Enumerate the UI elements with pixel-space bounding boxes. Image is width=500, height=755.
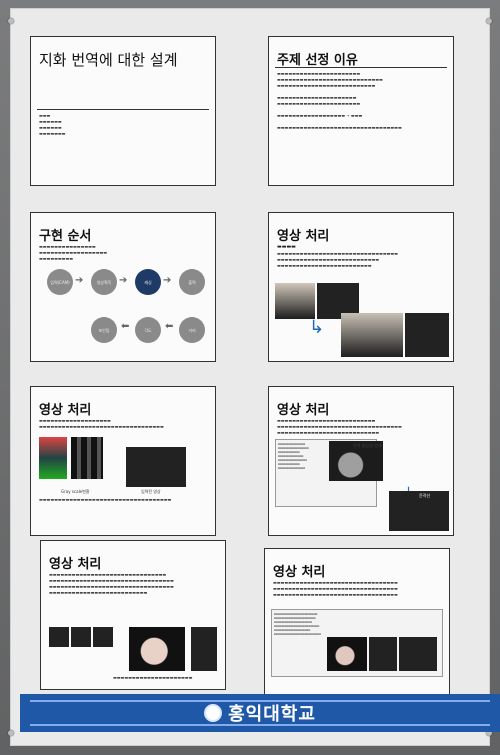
slide-title-text: 지화 번역에 대한 설계 (39, 51, 178, 69)
frame-image (399, 637, 437, 671)
threshold-image (126, 447, 186, 487)
pin (486, 18, 492, 24)
pin (8, 18, 14, 24)
banner-line (30, 700, 490, 702)
poster-board: 지화 번역에 대한 설계 ▬▬▬ ▬▬▬▬▬▬ ▬▬▬▬▬▬ ▬▬▬▬▬▬▬ 주제 선… (8, 8, 500, 746)
slide-title-text: 영상 처리 (277, 229, 330, 244)
slide-image-processing-2: 영상 처리 ▬▬▬▬▬▬▬▬▬▬▬▬▬▬▬▬▬▬▬ ▬▬▬▬▬▬▬▬▬▬▬▬▬▬▬… (30, 386, 216, 536)
arrow-down-right-icon: ↳ (309, 317, 325, 338)
step-circle: 영상획득 (91, 269, 117, 295)
code-lines: ▬▬▬▬▬▬▬▬▬▬▬▬▬▬▬▬▬▬▬▬▬▬▬▬▬▬▬▬▬▬▬▬▬▬▬▬▬▬▬▬… (274, 612, 321, 636)
slide-footer-text: ▬▬▬▬▬▬▬▬▬▬▬▬▬▬▬▬▬▬▬▬▬▬▬▬▬▬▬▬▬▬▬▬▬▬▬ (39, 497, 172, 502)
slide-title-text: 영상 처리 (273, 565, 326, 580)
slide-image-processing-3: 영상 처리 ▬▬▬▬▬▬▬▬▬▬▬▬▬▬▬▬▬▬▬▬▬▬▬▬▬▬ ▬▬▬▬▬▬▬▬… (268, 386, 454, 536)
banner-line (30, 724, 490, 726)
hand-crop-image (327, 637, 367, 671)
slide-image-processing-4: 영상 처리 ▬▬▬▬▬▬▬▬▬▬▬▬▬▬▬▬▬▬▬▬▬▬▬▬▬▬▬▬▬▬▬ ▬▬▬… (40, 540, 226, 690)
arrow-left-icon: ⬅ (121, 321, 130, 332)
divider (275, 67, 447, 68)
caption-grayscale: Gray scale변환 (61, 489, 90, 494)
slide-image-processing-1: 영상 처리 ▬▬▬▬ ▬▬▬▬▬▬▬▬▬▬▬▬▬▬▬▬▬▬▬▬▬▬▬▬▬▬▬▬▬… (268, 212, 454, 362)
slide-body-text: ▬▬▬▬▬▬▬▬▬▬▬▬▬▬▬▬▬▬▬▬▬▬▬▬▬▬▬▬▬▬▬▬▬▬▬▬▬▬▬▬… (39, 244, 108, 261)
author-info: ▬▬▬ ▬▬▬▬▬▬ ▬▬▬▬▬▬ ▬▬▬▬▬▬▬ (39, 113, 66, 136)
slide-footer-text: ▬▬▬▬▬▬▬▬▬▬▬▬▬▬▬▬▬▬▬▬▬ (113, 675, 193, 680)
step-circle: 출력 (179, 269, 205, 295)
step-circle: 입력(CAM) (47, 269, 73, 295)
slide-title-text: 영상 처리 (39, 403, 92, 418)
slide-body-text: ▬▬▬▬▬▬▬▬▬▬▬▬▬▬▬▬▬▬▬▬▬▬▬▬▬▬▬▬▬▬▬▬▬▬▬▬▬▬▬▬… (277, 71, 402, 130)
slide-body-text: ▬▬▬▬▬▬▬▬▬▬▬▬▬▬▬▬▬▬▬▬▬▬▬▬▬▬▬▬▬▬▬▬▬▬▬▬▬▬▬▬… (49, 572, 174, 595)
code-lines: ▬▬▬▬▬▬▬▬▬▬▬▬▬▬▬▬▬▬▬▬▬▬▬▬▬▬▬▬▬▬▬▬▬▬▬▬▬▬▬▬… (278, 442, 309, 470)
slide-title-text: 구현 순서 (39, 229, 92, 244)
step-circle: 포인팅 (91, 317, 117, 343)
slide-topic-reason: 주제 선정 이유 ▬▬▬▬▬▬▬▬▬▬▬▬▬▬▬▬▬▬▬▬▬▬ ▬▬▬▬▬▬▬▬▬… (268, 36, 454, 186)
frame-image (71, 627, 91, 647)
pin (8, 730, 14, 736)
arrow-right-icon: ➔ (163, 275, 172, 286)
university-logo-icon (204, 704, 223, 722)
step-circle: 캐싱 (135, 269, 161, 295)
step-circle: 각도 (135, 317, 161, 343)
color-image (39, 437, 67, 479)
caption-centroid: 무게 중심점 검색 (353, 443, 382, 448)
slide-implementation-order: 구현 순서 ▬▬▬▬▬▬▬▬▬▬▬▬▬▬▬ ▬▬▬▬▬▬▬▬▬▬▬▬▬▬▬▬▬▬ ▬… (30, 212, 216, 362)
grayscale-grid-image (71, 437, 103, 479)
slide-body-text: ▬▬▬▬▬▬▬▬▬▬▬▬▬▬▬▬▬▬▬▬▬▬▬▬▬▬▬▬▬▬▬▬▬▬▬▬▬▬▬▬… (277, 418, 402, 435)
slide-title-text: 영상 처리 (277, 403, 330, 418)
frame-image (369, 637, 397, 671)
hand-outline-image (129, 627, 185, 671)
arrow-right-icon: ➔ (119, 275, 128, 286)
slide-title-text: 영상 처리 (49, 557, 102, 572)
university-banner: 홍익대학교 (20, 694, 500, 732)
university-name: 홍익대학교 (228, 704, 316, 725)
divider (37, 109, 209, 110)
hand-silhouette-photo (405, 313, 449, 357)
hand-photo (341, 313, 403, 357)
caption-input: 입력된 영상 (141, 489, 161, 494)
slide-body-text: ▬▬▬▬▬▬▬▬▬▬▬▬▬▬▬▬▬▬▬▬▬▬▬▬▬▬▬▬▬▬▬▬▬▬▬▬▬▬▬▬… (39, 418, 164, 429)
subheading: ▬▬▬▬ (277, 244, 296, 250)
slide-body-text: ▬▬▬▬▬▬▬▬▬▬▬▬▬▬▬▬▬▬▬▬▬▬▬▬▬▬▬▬▬▬▬▬▬▬▬▬▬▬▬▬… (277, 251, 398, 268)
arrow-right-icon: ➔ (75, 275, 84, 286)
side-image (191, 627, 217, 671)
slide-title: 지화 번역에 대한 설계 ▬▬▬ ▬▬▬▬▬▬ ▬▬▬▬▬▬ ▬▬▬▬▬▬▬ (30, 36, 216, 186)
step-circle: 거리 (179, 317, 205, 343)
arrow-left-icon: ⬅ (165, 321, 174, 332)
slide-title-text: 주제 선정 이유 (277, 53, 358, 68)
frame-image (49, 627, 69, 647)
slide-image-processing-5: 영상 처리 ▬▬▬▬▬▬▬▬▬▬▬▬▬▬▬▬▬▬▬▬▬▬▬▬▬▬▬▬▬▬▬▬▬ ▬… (264, 548, 450, 696)
frame-image (93, 627, 113, 647)
camera-photo (275, 283, 315, 319)
slide-body-text: ▬▬▬▬▬▬▬▬▬▬▬▬▬▬▬▬▬▬▬▬▬▬▬▬▬▬▬▬▬▬▬▬▬▬▬▬▬▬▬▬… (273, 580, 398, 597)
caption-contour: 윤곽선 (419, 493, 431, 498)
